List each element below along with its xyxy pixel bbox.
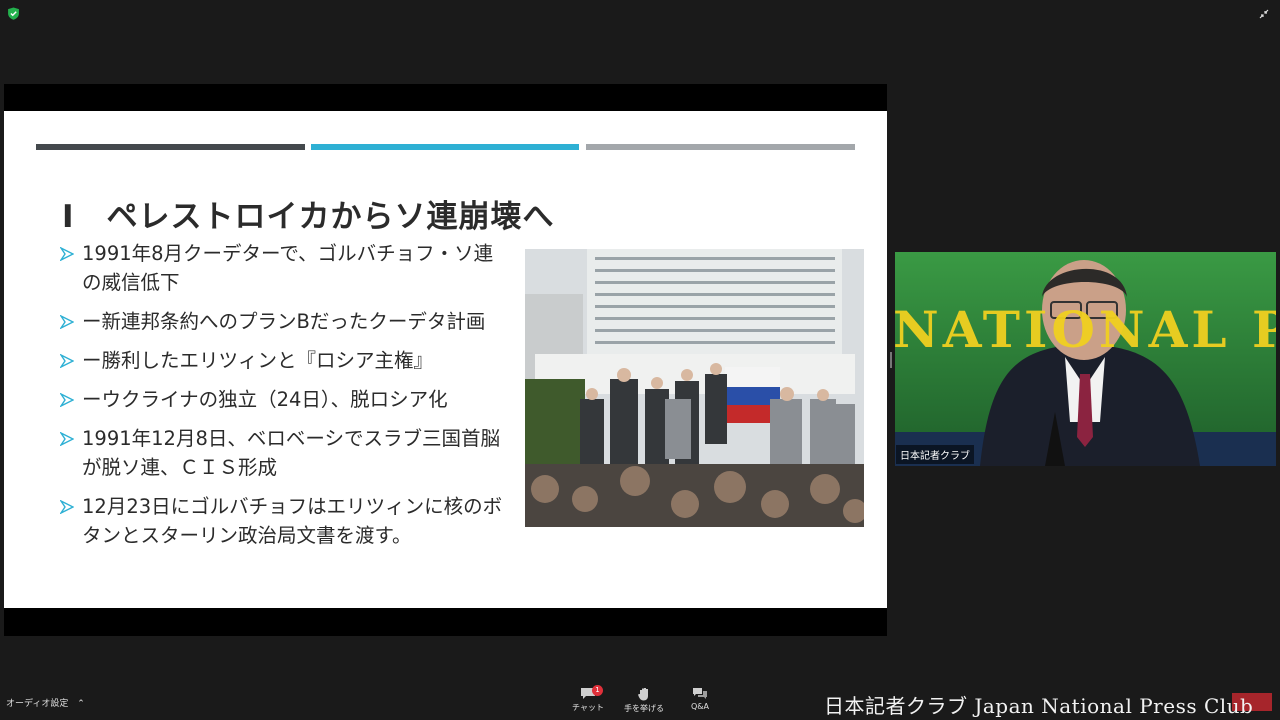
bullet-item: ー勝利したエリツィンと『ロシア主権』 (58, 346, 508, 375)
video-backdrop-text: NATIONAL PR (895, 300, 1276, 359)
chat-button[interactable]: 1 チャット (558, 685, 618, 713)
shared-screen: Ⅰ ペレストロイカからソ連崩壊へ 1991年8月クーデターで、ゴルバチョフ・ソ連… (4, 84, 887, 636)
chat-badge: 1 (592, 685, 603, 696)
raise-hand-button[interactable]: 手を挙げる (614, 687, 674, 714)
slide-title: Ⅰ ペレストロイカからソ連崩壊へ (62, 199, 555, 235)
bullet-text: 1991年8月クーデターで、ゴルバチョフ・ソ連の威信低下 (82, 242, 494, 294)
collapse-icon[interactable] (1258, 8, 1270, 20)
participant-name: 日本記者クラブ (896, 445, 974, 464)
qa-button[interactable]: Q&A (670, 687, 730, 711)
bullet-arrow-icon (60, 247, 74, 261)
bullet-item: 12月23日にゴルバチョフはエリツィンに核のボタンとスターリン政治局文書を渡す。 (58, 492, 508, 550)
press-club-watermark: 日本記者クラブ Japan National Press Club (824, 694, 1254, 718)
slide-bar-light (586, 144, 855, 150)
hand-icon (638, 688, 648, 701)
bullet-text: ーウクライナの独立（24日）、脱ロシア化 (82, 388, 448, 411)
bullet-text: 12月23日にゴルバチョフはエリツィンに核のボタンとスターリン政治局文書を渡す。 (82, 495, 503, 547)
bullet-item: 1991年8月クーデターで、ゴルバチョフ・ソ連の威信低下 (58, 239, 508, 297)
video-backdrop-label: NATIONAL PR (895, 300, 1276, 359)
bullet-text: 1991年12月8日、ベロベーシでスラブ三国首脳が脱ソ連、ＣＩＳ形成 (82, 427, 500, 479)
slide-bar-accent (311, 144, 579, 150)
speaker-video-frame (895, 252, 1276, 466)
presentation-slide: Ⅰ ペレストロイカからソ連崩壊へ 1991年8月クーデターで、ゴルバチョフ・ソ連… (4, 111, 887, 608)
bullet-text: ー勝利したエリツィンと『ロシア主権』 (82, 349, 434, 372)
shield-icon[interactable] (7, 7, 20, 20)
slide-photo (525, 249, 864, 527)
chat-label: チャット (572, 703, 604, 712)
bullet-item: 1991年12月8日、ベロベーシでスラブ三国首脳が脱ソ連、ＣＩＳ形成 (58, 424, 508, 482)
speaker-video[interactable]: NATIONAL PR 日本記者クラブ (895, 252, 1276, 466)
raise-hand-label: 手を挙げる (624, 704, 664, 713)
bullet-text: ー新連邦条約へのプランBだったクーデタ計画 (82, 310, 486, 333)
bullet-arrow-icon (60, 500, 74, 514)
panel-resize-handle[interactable] (890, 352, 892, 368)
chevron-up-icon: ⌃ (77, 699, 85, 709)
bullet-arrow-icon (60, 354, 74, 368)
audio-settings-button[interactable]: オーディオ設定 ⌃ (6, 696, 85, 709)
bullet-item: ー新連邦条約へのプランBだったクーデタ計画 (58, 307, 508, 336)
qa-label: Q&A (690, 702, 709, 711)
audio-settings-label: オーディオ設定 (6, 699, 69, 709)
bullet-arrow-icon (60, 432, 74, 446)
qa-icon (693, 688, 707, 699)
slide-bar-dark (36, 144, 305, 150)
bullet-list: 1991年8月クーデターで、ゴルバチョフ・ソ連の威信低下 ー新連邦条約へのプラン… (58, 239, 508, 560)
bullet-arrow-icon (60, 393, 74, 407)
bullet-arrow-icon (60, 315, 74, 329)
bullet-item: ーウクライナの独立（24日）、脱ロシア化 (58, 385, 508, 414)
